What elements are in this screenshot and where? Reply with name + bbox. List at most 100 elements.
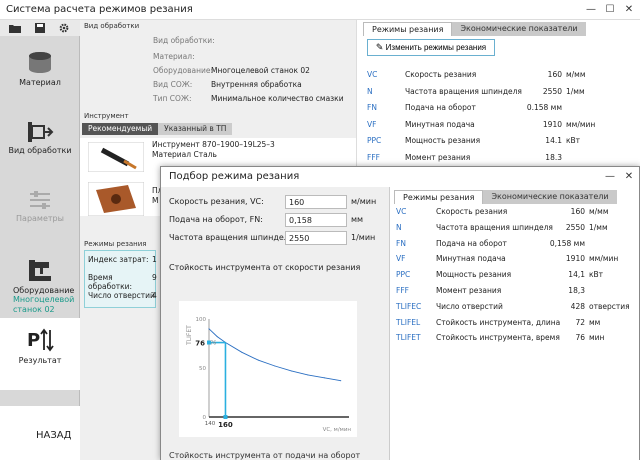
data-point — [257, 359, 259, 361]
param-code: VF — [396, 254, 406, 264]
param-value: 428 — [570, 301, 585, 311]
equipment-value: Многоцелевой станок 02 — [211, 66, 310, 75]
param-value: 1910 — [542, 119, 562, 129]
gear-icon[interactable] — [58, 23, 70, 33]
tab-specified[interactable]: Указанный в ТП — [158, 123, 233, 135]
save-icon[interactable] — [34, 23, 46, 33]
data-point — [241, 351, 243, 353]
tab-recommended[interactable]: Рекомендуемый — [82, 123, 159, 135]
param-name: Число отверстий — [436, 301, 503, 311]
param-row: TLIFEL Стойкость инструмента, длина 72 мм — [390, 318, 640, 328]
equipment-subtitle-line1: Многоцелевой — [13, 295, 75, 304]
window-titlebar: Система расчета режимов резания — ☐ ✕ — [0, 0, 640, 20]
drill-tool-icon — [88, 142, 144, 172]
param-value: 0,158 мм — [549, 238, 585, 248]
param-row: FN Подача на оборот 0,158 мм — [390, 239, 640, 249]
param-unit: м/мм — [566, 70, 586, 79]
tab-economic[interactable]: Экономические показатели — [452, 22, 586, 36]
chart1-svg: TLIFETVC, м/мин100500140 76 76160 — [186, 317, 352, 433]
marker-y-label: 76 — [195, 340, 205, 348]
param-code: PPC — [396, 270, 411, 280]
vc-input[interactable] — [285, 195, 347, 209]
insert-tool-icon — [88, 182, 144, 216]
window-title: Система расчета режимов резания — [6, 4, 193, 15]
close-button[interactable]: ✕ — [620, 2, 638, 17]
coolant-type-value: Минимальное количество смазки — [211, 94, 344, 103]
param-code: N — [396, 222, 402, 232]
param-value: 14,1 — [568, 270, 585, 280]
param-code: FN — [367, 103, 377, 112]
param-name: Подача на оборот — [405, 103, 476, 112]
parameters-icon — [30, 191, 50, 209]
tool-section-title: Инструмент — [84, 112, 129, 120]
holes-count-label: Число отверстий — [88, 291, 155, 300]
param-name: Мощность резания — [436, 270, 512, 280]
chart2-title: Стойкость инструмента от подачи на оборо… — [169, 451, 361, 460]
dialog-tab-economic[interactable]: Экономические показатели — [483, 190, 617, 204]
param-name: Подача на оборот — [436, 238, 507, 248]
toolbar — [0, 20, 80, 36]
x-tick-label: 140 — [205, 421, 216, 427]
data-point — [216, 336, 218, 338]
sidebar-item-material[interactable]: Материал — [0, 46, 80, 108]
back-label: НАЗАД — [36, 430, 72, 441]
marker-y-small-label: 76 — [210, 341, 216, 347]
fn-input[interactable] — [285, 213, 347, 227]
sidebar-item-label: Материал — [19, 78, 61, 87]
tool-item-1-material: Материал Сталь — [152, 150, 217, 159]
cost-index-value: 1 — [152, 255, 157, 264]
minimize-button[interactable]: — — [582, 2, 600, 17]
param-value: 160 — [570, 207, 585, 216]
param-unit: мм — [589, 317, 601, 327]
cutting-mode-dialog: Подбор режима резания — ✕ Скорость резан… — [160, 166, 640, 460]
dialog-tab-cutting-modes[interactable]: Режимы резания — [394, 190, 484, 204]
param-name: Скорость резания — [405, 70, 477, 79]
param-name: Частота вращения шпинделя — [436, 222, 553, 232]
x-axis-label: VC, м/мин — [323, 427, 352, 433]
folder-icon[interactable] — [9, 23, 21, 33]
coolant-kind-label: Вид СОЖ: — [153, 80, 193, 89]
tool-life-curve — [208, 328, 341, 382]
marker-x-label: 160 — [218, 421, 233, 429]
sidebar-item-processing[interactable]: Вид обработки — [0, 118, 80, 164]
param-row: FFF Момент резания 18,3 — [390, 286, 640, 296]
param-name: Стойкость инструмента, время — [436, 333, 560, 343]
change-modes-button[interactable]: ✎ Изменить режимы резания — [367, 39, 495, 56]
n-input[interactable] — [285, 231, 347, 245]
param-value: 14.1 — [545, 136, 562, 145]
param-value: 2550 — [565, 222, 585, 232]
param-value: 160 — [547, 70, 562, 79]
dialog-left-pane: Скорость резания, VC: м/мин Подача на об… — [161, 187, 389, 460]
param-unit: м/мм — [589, 207, 609, 216]
tab-cutting-modes[interactable]: Режимы резания — [363, 22, 453, 36]
param-name: Мощность резания — [405, 136, 481, 145]
param-row: VC Скорость резания 160 м/мм — [357, 70, 640, 80]
param-row: VF Минутная подача 1910 мм/мин — [357, 120, 640, 130]
param-unit: 1/мм — [566, 86, 585, 96]
param-code: TLIFET — [396, 333, 421, 343]
param-row: FFF Момент резания 18.3 — [357, 153, 640, 163]
param-code: VF — [367, 119, 377, 129]
param-code: N — [367, 86, 373, 96]
dialog-close-button[interactable]: ✕ — [620, 169, 638, 184]
cost-index-label: Индекс затрат: — [88, 255, 149, 264]
processing-time-value: 9 — [152, 273, 157, 282]
param-name: Частота вращения шпинделя — [405, 86, 522, 96]
tool-tabs: Рекомендуемый Указанный в ТП — [82, 123, 233, 135]
back-button[interactable]: НАЗАД — [0, 406, 80, 460]
sidebar-item-parameters[interactable]: Параметры — [0, 186, 80, 232]
vc-label: Скорость резания, VC: — [169, 197, 264, 206]
tool-life-vs-speed-chart[interactable]: TLIFET VC, м/мин 100 50 0 140 76 76 160 — [179, 301, 357, 437]
param-value: 72 — [575, 317, 585, 327]
param-code: PPC — [367, 136, 382, 145]
sidebar-item-result[interactable]: P Результат — [0, 318, 80, 390]
maximize-button[interactable]: ☐ — [601, 2, 619, 17]
processing-icon — [28, 122, 54, 142]
dialog-minimize-button[interactable]: — — [601, 169, 619, 184]
marker-x-handle — [223, 415, 228, 419]
sidebar-item-label: Вид обработки — [8, 146, 72, 155]
sidebar-item-equipment[interactable]: Оборудование Многоцелевой станок 02 — [0, 254, 80, 318]
param-unit: отверстия — [589, 301, 630, 311]
param-value: 18.3 — [545, 152, 562, 162]
param-code: TLIFEC — [396, 301, 422, 311]
